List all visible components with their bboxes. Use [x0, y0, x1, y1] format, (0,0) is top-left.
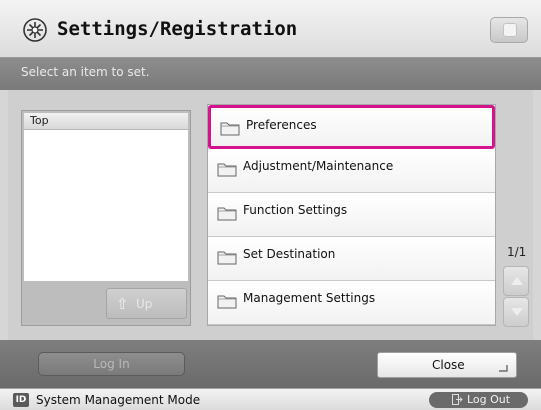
menu-item-function-settings[interactable]: Function Settings: [208, 193, 495, 237]
id-badge-icon: ID: [13, 393, 29, 407]
instruction-text: Select an item to set.: [21, 65, 150, 79]
scroll-down-button[interactable]: [503, 297, 529, 327]
scroll-up-button[interactable]: [503, 266, 529, 296]
logout-button[interactable]: Log Out: [429, 392, 528, 408]
menu-item-preferences[interactable]: Preferences: [208, 105, 495, 149]
up-triangle-icon: [511, 277, 523, 285]
up-arrow-icon: ⇧: [116, 295, 129, 313]
header-bar: Settings/Registration: [0, 0, 541, 58]
cube-icon: [503, 23, 517, 37]
up-button[interactable]: ⇧ Up: [106, 288, 187, 319]
mode-text: System Management Mode: [36, 393, 201, 407]
folder-icon: [217, 207, 237, 221]
folder-icon: [217, 251, 237, 265]
down-triangle-icon: [511, 308, 523, 316]
folder-icon: [220, 122, 240, 136]
folder-icon: [217, 295, 237, 309]
logout-icon: [452, 394, 463, 405]
menu-item-set-destination[interactable]: Set Destination: [208, 237, 495, 281]
instruction-bar: Select an item to set.: [0, 58, 541, 90]
close-button[interactable]: Close: [377, 352, 517, 378]
menu-item-label: Management Settings: [243, 291, 376, 305]
menu-list: Preferences Adjustment/Maintenance Funct…: [207, 104, 496, 326]
return-corner-icon: [499, 365, 508, 372]
menu-item-management-settings[interactable]: Management Settings: [208, 281, 495, 325]
up-button-label: Up: [136, 297, 153, 311]
status-bar: ID System Management Mode Log Out: [0, 388, 541, 410]
menu-item-label: Preferences: [246, 118, 317, 132]
login-button[interactable]: Log In: [38, 352, 185, 376]
tree-header: Top: [24, 113, 188, 130]
cube-button[interactable]: [490, 17, 528, 43]
menu-item-label: Function Settings: [243, 203, 348, 217]
close-button-label: Close: [432, 358, 465, 372]
logout-label: Log Out: [467, 393, 511, 406]
folder-icon: [217, 163, 237, 177]
menu-item-label: Set Destination: [243, 247, 336, 261]
menu-item-label: Adjustment/Maintenance: [243, 159, 394, 173]
settings-gear-icon: [23, 18, 47, 42]
tree-panel: Top ⇧ Up: [21, 110, 191, 326]
window: Settings/Registration Select an item to …: [0, 0, 541, 410]
menu-item-adjustment-maintenance[interactable]: Adjustment/Maintenance: [208, 149, 495, 193]
page-title: Settings/Registration: [57, 18, 298, 40]
page-indicator: 1/1: [507, 245, 527, 259]
tree-list[interactable]: Top: [24, 113, 188, 281]
footer-bar: Log In Close: [0, 340, 541, 388]
